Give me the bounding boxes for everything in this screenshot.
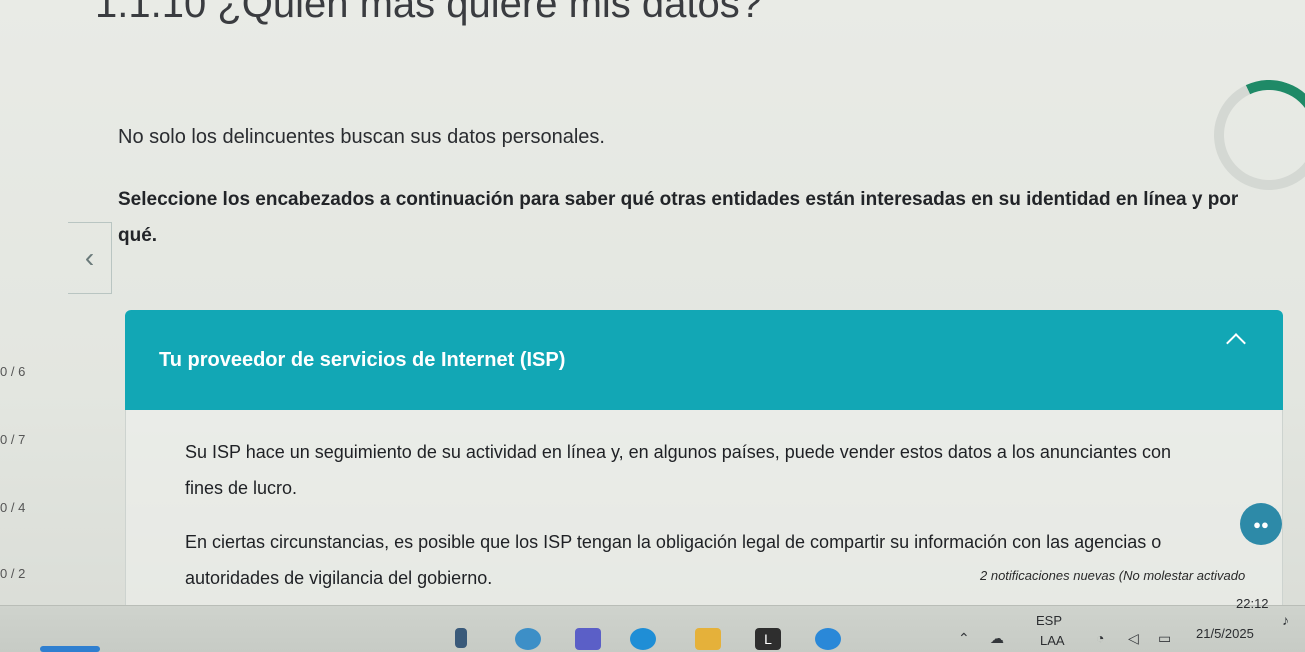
intro-text: No solo los delincuentes buscan sus dato… xyxy=(118,126,605,148)
language-bottom[interactable]: LAA xyxy=(1040,633,1065,648)
chevron-left-icon: ‹ xyxy=(84,242,95,273)
wifi-icon[interactable]: ◔ xyxy=(1096,630,1104,646)
accordion-paragraph-2: En ciertas circunstancias, es posible qu… xyxy=(185,532,1162,588)
progress-count-1: 0 / 6 xyxy=(0,364,26,379)
chevron-up-tray-icon[interactable]: ⌃ xyxy=(958,630,970,647)
speaker-icon[interactable]: ◁ xyxy=(1128,630,1139,647)
app-icon[interactable] xyxy=(515,628,541,650)
cloud-icon[interactable]: ☁ xyxy=(990,630,1004,647)
teams-icon[interactable] xyxy=(575,628,601,650)
battery-icon[interactable]: ▭ xyxy=(1158,630,1171,647)
app-l-icon[interactable]: L xyxy=(755,628,781,650)
accordion-header-isp[interactable]: Tu proveedor de servicios de Internet (I… xyxy=(125,310,1283,410)
language-top[interactable]: ESP xyxy=(1036,613,1062,628)
folder-icon[interactable] xyxy=(695,628,721,650)
accordion-title: Tu proveedor de servicios de Internet (I… xyxy=(159,348,566,371)
back-button[interactable]: ‹ xyxy=(68,222,112,294)
chrome-icon[interactable] xyxy=(815,628,841,650)
chat-app-icon[interactable]: ●● xyxy=(1240,503,1282,545)
progress-count-3: 0 / 4 xyxy=(0,500,26,515)
app-icon[interactable] xyxy=(455,628,467,648)
notification-toast[interactable]: 2 notificaciones nuevas (No molestar act… xyxy=(980,568,1245,583)
taskbar: L ⌃ ☁ ESP LAA ◔ ◁ ▭ 22:12 21/5/2025 ♪ xyxy=(0,596,1305,652)
instruction-text: Seleccione los encabezados a continuació… xyxy=(118,189,1239,246)
notification-bell-icon[interactable]: ♪ xyxy=(1282,612,1289,628)
chat-icon: ●● xyxy=(1253,516,1269,532)
chevron-up-icon[interactable] xyxy=(1226,333,1246,353)
accordion-paragraph-1: Su ISP hace un seguimiento de su activid… xyxy=(185,442,1172,498)
page-title: 1.1.10 ¿Quién más quiere mis datos? xyxy=(95,0,763,26)
clock-date[interactable]: 21/5/2025 xyxy=(1196,626,1254,641)
edge-icon[interactable] xyxy=(630,628,656,650)
progress-count-2: 0 / 7 xyxy=(0,432,26,447)
clock-time[interactable]: 22:12 xyxy=(1236,596,1269,611)
start-icon[interactable] xyxy=(40,646,100,652)
progress-count-4: 0 / 2 xyxy=(0,566,26,581)
